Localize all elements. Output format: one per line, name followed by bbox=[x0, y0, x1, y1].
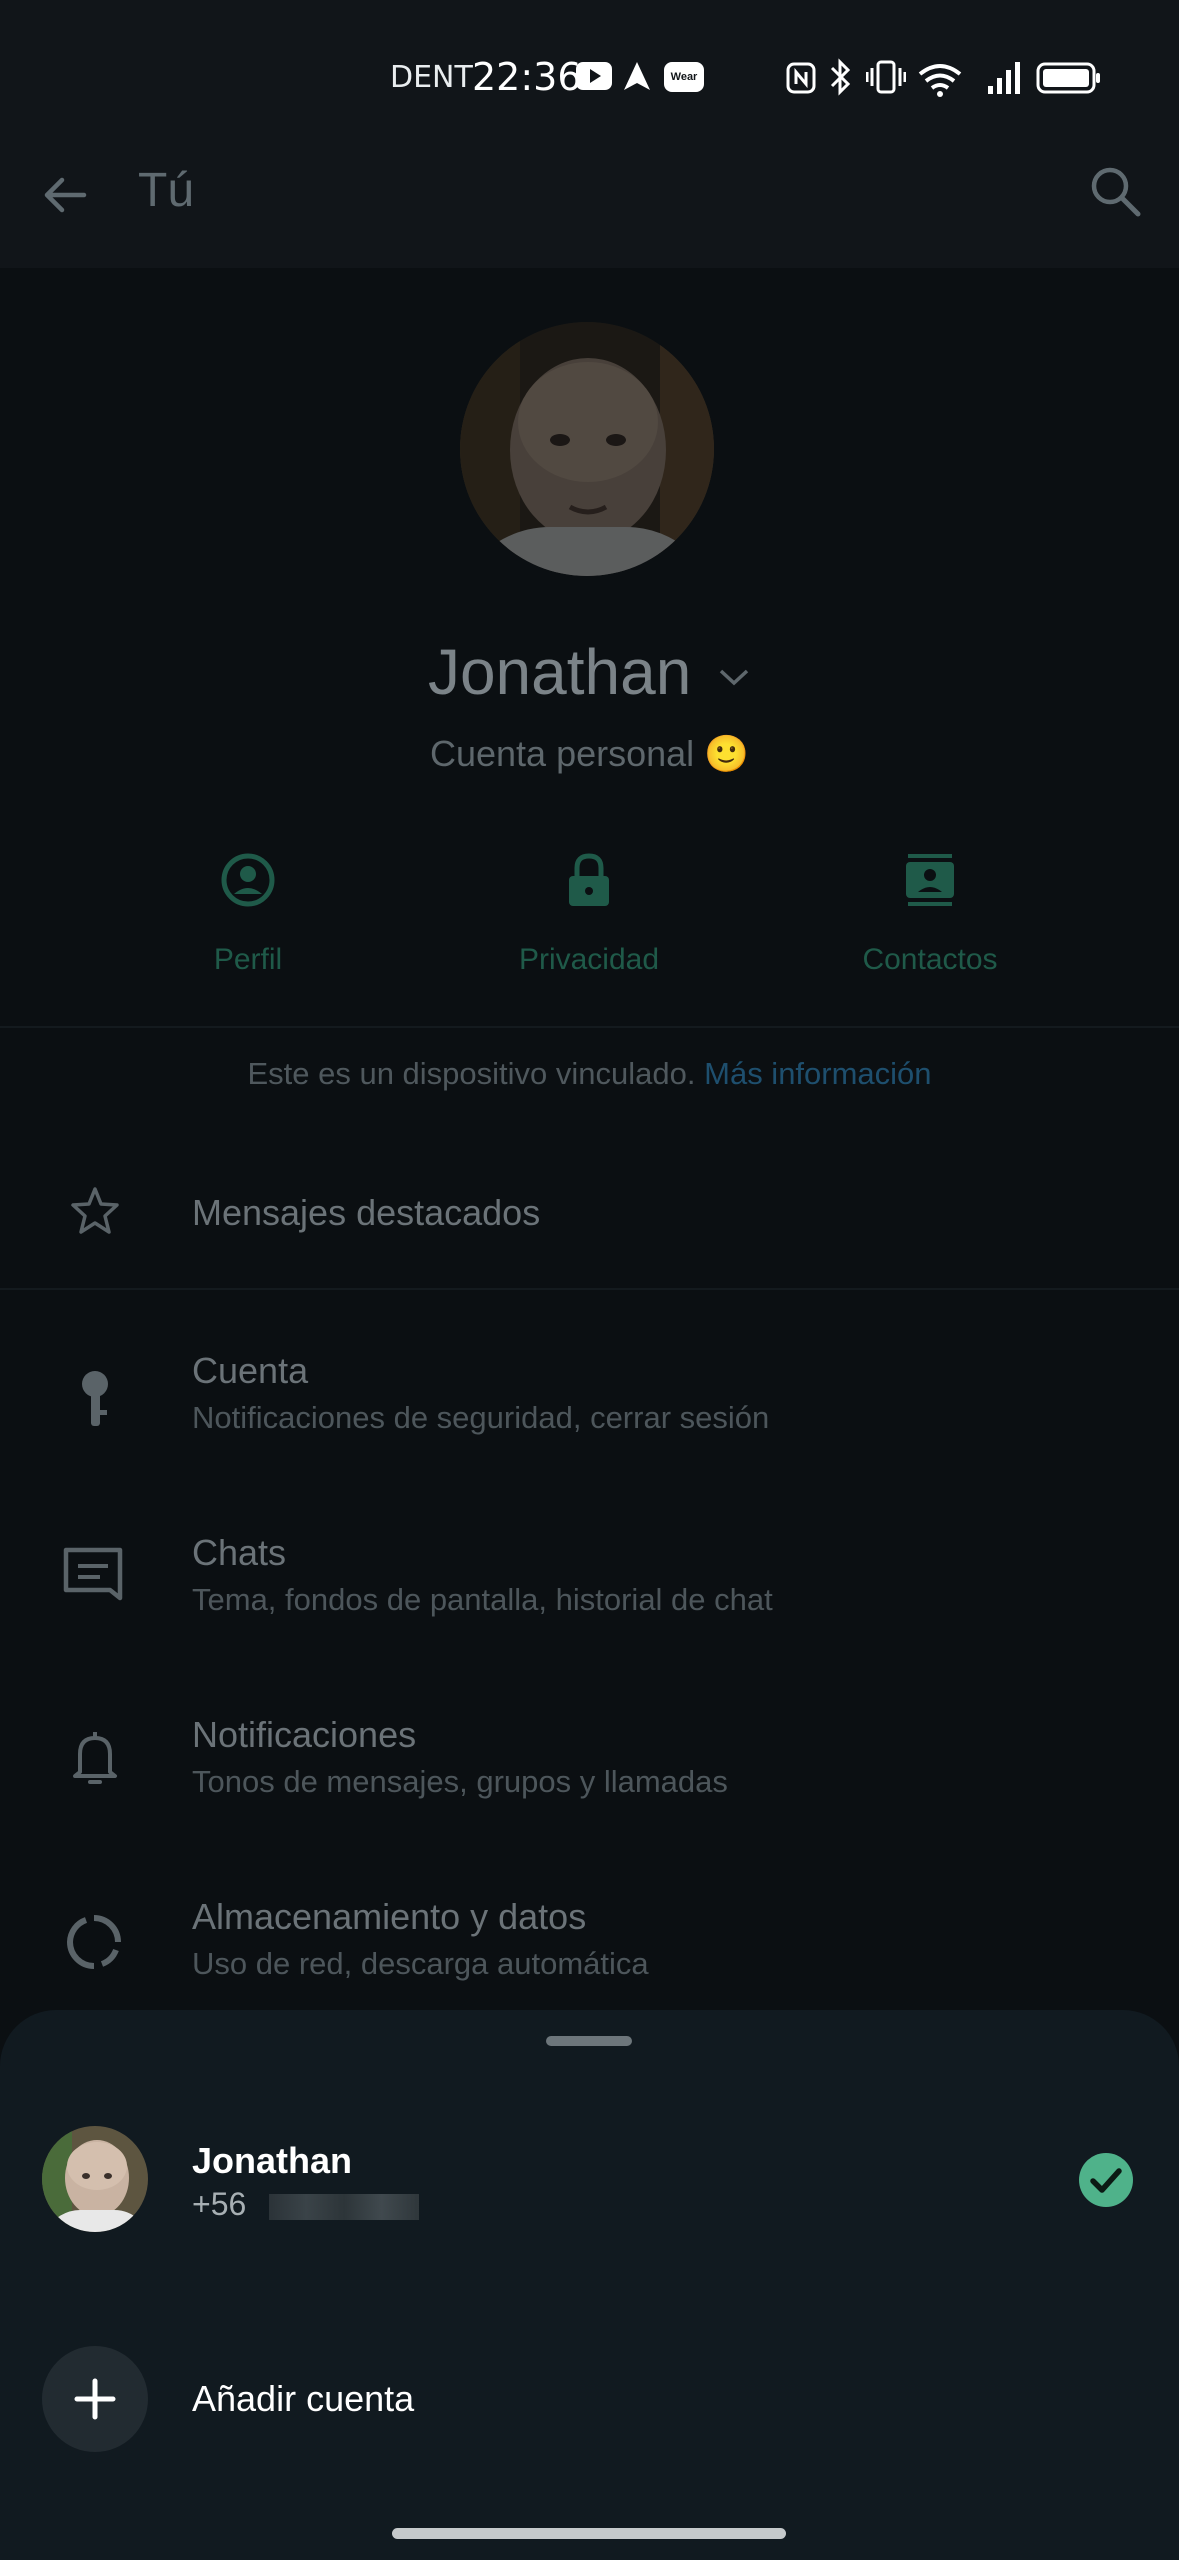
search-icon[interactable] bbox=[1088, 164, 1142, 218]
navigation-icon bbox=[624, 62, 650, 90]
wear-badge: Wear bbox=[664, 62, 704, 92]
action-label: Privacidad bbox=[518, 943, 660, 976]
youtube-icon bbox=[576, 62, 612, 90]
menu-item-storage[interactable]: Almacenamiento y datos Uso de red, desca… bbox=[0, 1876, 1179, 2016]
chevron-down-icon bbox=[719, 669, 749, 686]
divider bbox=[0, 1288, 1179, 1290]
page-title: Tú bbox=[138, 164, 195, 217]
profile-icon bbox=[221, 853, 275, 907]
account-switcher-sheet bbox=[0, 2010, 1179, 2560]
more-info-link[interactable]: Más información bbox=[704, 1056, 931, 1091]
menu-item-chats[interactable]: Chats Tema, fondos de pantalla, historia… bbox=[0, 1512, 1179, 1672]
star-icon bbox=[71, 1187, 119, 1234]
battery-icon bbox=[1036, 62, 1100, 94]
account-avatar bbox=[42, 2126, 148, 2232]
add-account-row[interactable] bbox=[0, 2330, 1179, 2470]
menu-item-title: Mensajes destacados bbox=[192, 1192, 541, 1233]
menu-item-account[interactable]: Cuenta Notificaciones de seguridad, cerr… bbox=[0, 1330, 1179, 1490]
divider bbox=[0, 1026, 1179, 1028]
home-indicator[interactable] bbox=[392, 2528, 786, 2539]
account-phone: +56 bbox=[192, 2186, 420, 2223]
action-contacts[interactable]: Contactos bbox=[800, 852, 1060, 977]
plus-icon bbox=[74, 2378, 116, 2420]
add-account-button bbox=[42, 2346, 148, 2452]
action-label: Perfil bbox=[213, 943, 283, 976]
signal-icon bbox=[988, 62, 1020, 94]
menu-item-subtitle: Notificaciones de seguridad, cerrar sesi… bbox=[192, 1400, 770, 1435]
menu-item-notifications[interactable]: Notificaciones Tonos de mensajes, grupos… bbox=[0, 1694, 1179, 1854]
wifi-icon bbox=[918, 64, 962, 97]
profile-name[interactable]: Jonathan bbox=[0, 635, 1179, 709]
menu-item-subtitle: Uso de red, descarga automática bbox=[192, 1946, 649, 1981]
menu-item-subtitle: Tema, fondos de pantalla, historial de c… bbox=[192, 1582, 773, 1617]
menu-item-starred[interactable]: Mensajes destacados bbox=[0, 1140, 1179, 1286]
check-icon bbox=[1079, 2153, 1133, 2207]
profile-subtitle: Cuenta personal 🙂 bbox=[429, 733, 749, 774]
vibrate-icon bbox=[866, 60, 906, 94]
profile-avatar[interactable] bbox=[460, 322, 714, 576]
storage-icon bbox=[66, 1915, 121, 1969]
clock: 22:36 bbox=[472, 55, 582, 99]
nfc-icon bbox=[786, 62, 816, 94]
carrier-label: DENT bbox=[390, 60, 473, 95]
account-name: Jonathan bbox=[192, 2140, 353, 2181]
back-arrow-icon[interactable] bbox=[40, 170, 90, 220]
bell-icon bbox=[73, 1732, 117, 1784]
chat-icon bbox=[63, 1547, 123, 1601]
bluetooth-icon bbox=[830, 58, 851, 96]
phone-redaction bbox=[269, 2193, 420, 2220]
menu-item-title: Almacenamiento y datos bbox=[192, 1896, 587, 1937]
add-account-label: Añadir cuenta bbox=[192, 2378, 415, 2419]
linked-device-notice: Este es un dispositivo vinculado. Más in… bbox=[247, 1056, 932, 1091]
contacts-icon bbox=[906, 854, 954, 906]
action-privacy[interactable]: Privacidad bbox=[459, 852, 719, 977]
menu-item-title: Cuenta bbox=[192, 1350, 309, 1391]
account-row[interactable] bbox=[0, 2110, 1179, 2250]
action-profile[interactable]: Perfil bbox=[118, 852, 378, 977]
key-icon bbox=[82, 1371, 108, 1426]
action-label: Contactos bbox=[862, 943, 998, 976]
menu-item-title: Chats bbox=[192, 1532, 287, 1573]
menu-item-subtitle: Tonos de mensajes, grupos y llamadas bbox=[192, 1764, 728, 1799]
lock-icon bbox=[569, 853, 609, 906]
sheet-drag-handle[interactable] bbox=[546, 2036, 632, 2046]
menu-item-title: Notificaciones bbox=[192, 1714, 417, 1755]
